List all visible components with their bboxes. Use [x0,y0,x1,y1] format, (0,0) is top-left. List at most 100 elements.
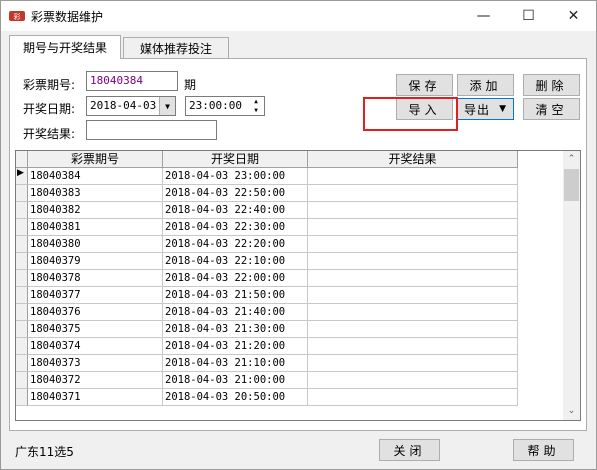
row-selector[interactable] [16,321,28,338]
row-selector[interactable] [16,287,28,304]
cell-date[interactable]: 2018-04-03 21:10:00 [163,355,308,372]
save-button[interactable]: 保存 [396,74,453,96]
cell-issue[interactable]: 18040376 [28,304,163,321]
close-icon: ✕ [567,8,580,24]
row-selector[interactable] [16,202,28,219]
cell-result[interactable] [308,321,518,338]
cell-issue[interactable]: 18040372 [28,372,163,389]
cell-date[interactable]: 2018-04-03 21:50:00 [163,287,308,304]
lottery-name: 广东11选5 [15,445,74,459]
cell-date[interactable]: 2018-04-03 22:40:00 [163,202,308,219]
cell-issue[interactable]: 18040373 [28,355,163,372]
scroll-down-icon[interactable]: ⌄ [563,403,580,420]
add-button[interactable]: 添加 [457,74,514,96]
close-button[interactable]: 关闭 [379,439,440,461]
cell-result[interactable] [308,355,518,372]
table-row[interactable]: 18040383 2018-04-03 22:50:00 [16,185,564,202]
cell-date[interactable]: 2018-04-03 21:20:00 [163,338,308,355]
cell-date[interactable]: 2018-04-03 21:00:00 [163,372,308,389]
maximize-button[interactable]: ☐ [506,1,551,31]
row-selector[interactable] [16,185,28,202]
row-selector[interactable] [16,338,28,355]
issue-input[interactable]: 18040384 [86,71,178,91]
table-row[interactable]: ▶ 18040384 2018-04-03 23:00:00 [16,168,564,185]
row-selector[interactable] [16,355,28,372]
cell-result[interactable] [308,168,518,185]
cell-issue[interactable]: 18040381 [28,219,163,236]
vertical-scrollbar[interactable]: ⌃ ⌄ [563,151,580,420]
cell-date[interactable]: 2018-04-03 22:10:00 [163,253,308,270]
row-selector[interactable] [16,304,28,321]
cell-result[interactable] [308,202,518,219]
row-selector[interactable]: ▶ [16,168,28,185]
minimize-button[interactable]: — [461,1,506,31]
table-row[interactable]: 18040375 2018-04-03 21:30:00 [16,321,564,338]
clear-button[interactable]: 清空 [523,98,580,120]
table-row[interactable]: 18040377 2018-04-03 21:50:00 [16,287,564,304]
results-table[interactable]: 彩票期号 开奖日期 开奖结果 ▶ 18040384 2018-04-03 23:00… [15,150,581,421]
cell-result[interactable] [308,236,518,253]
cell-result[interactable] [308,389,518,406]
export-button[interactable]: 导出 ▼ [457,98,514,120]
result-input[interactable] [86,120,217,140]
cell-date[interactable]: 2018-04-03 22:20:00 [163,236,308,253]
spin-down-icon[interactable]: ▼ [248,106,264,115]
cell-result[interactable] [308,338,518,355]
tab-issue-results[interactable]: 期号与开奖结果 [9,35,121,59]
cell-result[interactable] [308,304,518,321]
cell-date[interactable]: 2018-04-03 21:30:00 [163,321,308,338]
cell-date[interactable]: 2018-04-03 22:30:00 [163,219,308,236]
close-window-button[interactable]: ✕ [551,1,596,31]
row-selector[interactable] [16,372,28,389]
cell-date[interactable]: 2018-04-03 22:00:00 [163,270,308,287]
cell-date[interactable]: 2018-04-03 23:00:00 [163,168,308,185]
row-selector[interactable] [16,219,28,236]
table-row[interactable]: 18040379 2018-04-03 22:10:00 [16,253,564,270]
table-row[interactable]: 18040381 2018-04-03 22:30:00 [16,219,564,236]
table-row[interactable]: 18040373 2018-04-03 21:10:00 [16,355,564,372]
cell-result[interactable] [308,185,518,202]
table-row[interactable]: 18040380 2018-04-03 22:20:00 [16,236,564,253]
table-row[interactable]: 18040376 2018-04-03 21:40:00 [16,304,564,321]
cell-date[interactable]: 2018-04-03 20:50:00 [163,389,308,406]
cell-result[interactable] [308,270,518,287]
cell-result[interactable] [308,219,518,236]
row-selector[interactable] [16,389,28,406]
cell-issue[interactable]: 18040384 [28,168,163,185]
cell-issue[interactable]: 18040378 [28,270,163,287]
table-row[interactable]: 18040371 2018-04-03 20:50:00 [16,389,564,406]
help-button[interactable]: 帮助 [513,439,574,461]
cell-result[interactable] [308,253,518,270]
table-row[interactable]: 18040372 2018-04-03 21:00:00 [16,372,564,389]
cell-issue[interactable]: 18040379 [28,253,163,270]
cell-issue[interactable]: 18040371 [28,389,163,406]
table-row[interactable]: 18040382 2018-04-03 22:40:00 [16,202,564,219]
cell-date[interactable]: 2018-04-03 22:50:00 [163,185,308,202]
time-value: 23:00:00 [189,99,242,112]
time-spinner[interactable]: 23:00:00 ▲ ▼ [185,96,265,116]
dropdown-arrow-icon[interactable]: ▼ [159,97,175,115]
delete-button[interactable]: 删除 [523,74,580,96]
cell-date[interactable]: 2018-04-03 21:40:00 [163,304,308,321]
row-selector[interactable] [16,253,28,270]
cell-result[interactable] [308,372,518,389]
cell-issue[interactable]: 18040374 [28,338,163,355]
table-row[interactable]: 18040378 2018-04-03 22:00:00 [16,270,564,287]
cell-issue[interactable]: 18040382 [28,202,163,219]
spin-up-icon[interactable]: ▲ [248,97,264,106]
cell-result[interactable] [308,287,518,304]
column-header-date[interactable]: 开奖日期 [163,151,308,168]
tab-media-recommend[interactable]: 媒体推荐投注 [123,37,229,59]
cell-issue[interactable]: 18040377 [28,287,163,304]
table-row[interactable]: 18040374 2018-04-03 21:20:00 [16,338,564,355]
row-selector[interactable] [16,270,28,287]
row-selector[interactable] [16,236,28,253]
cell-issue[interactable]: 18040375 [28,321,163,338]
date-picker[interactable]: 2018-04-03 ▼ [86,96,176,116]
column-header-result[interactable]: 开奖结果 [308,151,518,168]
cell-issue[interactable]: 18040383 [28,185,163,202]
scroll-thumb[interactable] [564,169,579,201]
cell-issue[interactable]: 18040380 [28,236,163,253]
scroll-up-icon[interactable]: ⌃ [563,151,580,168]
column-header-issue[interactable]: 彩票期号 [28,151,163,168]
